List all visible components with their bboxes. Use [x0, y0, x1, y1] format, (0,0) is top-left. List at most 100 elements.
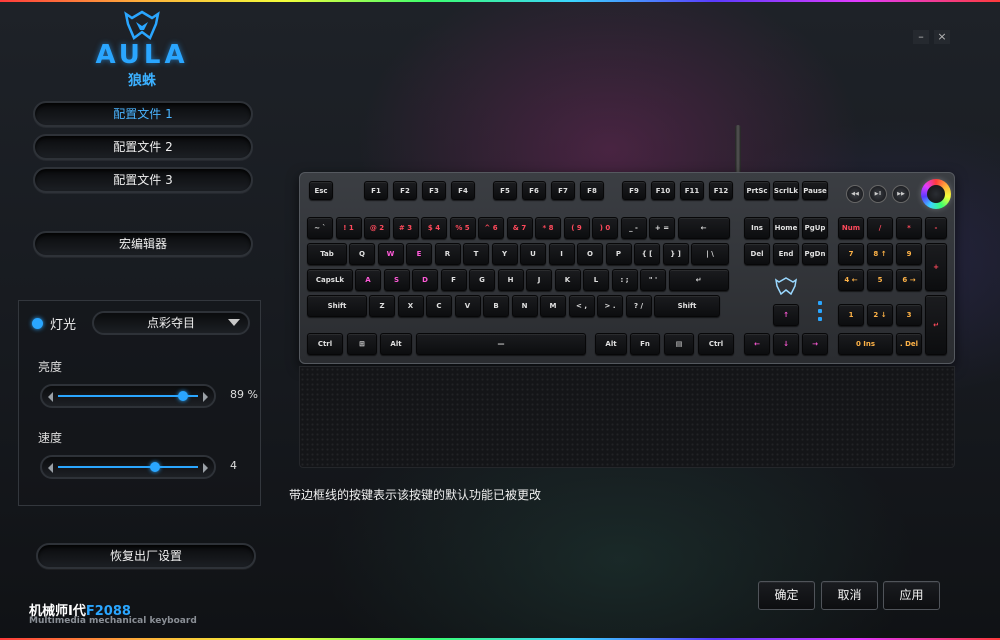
- key-function_row-14[interactable]: ScrlLk: [773, 181, 799, 200]
- key-number_row-6[interactable]: ^ 6: [478, 217, 504, 239]
- key-shift_row-1[interactable]: Z: [369, 295, 395, 317]
- key-number_row-1[interactable]: ! 1: [335, 217, 362, 239]
- key-home_row-2[interactable]: S: [383, 269, 410, 291]
- key-home_row-1[interactable]: A: [355, 269, 381, 291]
- key-function_row-7[interactable]: F7: [551, 181, 575, 200]
- arrow-right-icon[interactable]: [203, 463, 208, 473]
- key-function_row-4[interactable]: F4: [451, 181, 475, 200]
- key-shift_row-6[interactable]: N: [511, 295, 538, 317]
- key-home_row-4[interactable]: F: [440, 269, 467, 291]
- key-numpad-7[interactable]: +: [925, 243, 947, 291]
- key-shift_row-7[interactable]: M: [540, 295, 566, 317]
- media-button-2[interactable]: ▶▶: [892, 185, 910, 203]
- key-home_row-11[interactable]: " ': [640, 269, 666, 291]
- key-qwerty_row-1[interactable]: Q: [349, 243, 375, 265]
- key-bottom_row-4[interactable]: Alt: [595, 333, 627, 355]
- key-number_row-13[interactable]: ←: [677, 217, 730, 239]
- brightness-slider[interactable]: [40, 384, 216, 408]
- key-arrows-1[interactable]: ←: [744, 333, 770, 355]
- key-bottom_row-5[interactable]: Fn: [630, 333, 660, 355]
- key-bottom_row-2[interactable]: Alt: [380, 333, 412, 355]
- key-shift_row-3[interactable]: C: [426, 295, 452, 317]
- close-button[interactable]: ×: [934, 30, 950, 44]
- minimize-button[interactable]: –: [913, 30, 929, 44]
- apply-button[interactable]: 应用: [883, 581, 940, 610]
- key-numpad-10[interactable]: 6 →: [896, 269, 922, 291]
- slider-knob[interactable]: [177, 391, 188, 401]
- key-numpad-4[interactable]: 7: [838, 243, 864, 265]
- key-function_row-13[interactable]: PrtSc: [744, 181, 770, 200]
- key-nav_top-2[interactable]: PgUp: [802, 217, 828, 239]
- key-bottom_row-0[interactable]: Ctrl: [307, 333, 343, 355]
- key-home_row-12[interactable]: ↵: [668, 269, 729, 291]
- key-numpad-0[interactable]: Num: [838, 217, 864, 239]
- cancel-button[interactable]: 取消: [821, 581, 878, 610]
- key-home_row-3[interactable]: D: [412, 269, 438, 291]
- key-number_row-8[interactable]: * 8: [535, 217, 561, 239]
- key-qwerty_row-4[interactable]: R: [434, 243, 461, 265]
- key-numpad-3[interactable]: -: [925, 217, 947, 239]
- key-nav_top-0[interactable]: Ins: [744, 217, 770, 239]
- key-home_row-7[interactable]: J: [526, 269, 552, 291]
- key-shift_row-9[interactable]: > .: [597, 295, 623, 317]
- profile-2-button[interactable]: 配置文件 2: [33, 134, 253, 160]
- key-numpad-11[interactable]: 1: [838, 304, 864, 326]
- ok-button[interactable]: 确定: [758, 581, 815, 610]
- key-numpad-16[interactable]: . Del: [896, 333, 922, 355]
- key-function_row-15[interactable]: Pause: [802, 181, 828, 200]
- key-qwerty_row-8[interactable]: I: [548, 243, 575, 265]
- key-qwerty_row-2[interactable]: W: [377, 243, 404, 265]
- key-numpad-6[interactable]: 9: [896, 243, 922, 265]
- key-numpad-8[interactable]: 4 ←: [838, 269, 864, 291]
- slider-knob[interactable]: [149, 462, 160, 472]
- key-home_row-10[interactable]: : ;: [611, 269, 638, 291]
- key-qwerty_row-12[interactable]: } ]: [662, 243, 689, 265]
- key-bottom_row-1[interactable]: ⊞: [347, 333, 377, 355]
- profile-1-button[interactable]: 配置文件 1: [33, 101, 253, 127]
- key-qwerty_row-0[interactable]: Tab: [307, 243, 347, 265]
- key-qwerty_row-13[interactable]: | \: [691, 243, 729, 265]
- key-shift_row-2[interactable]: X: [397, 295, 424, 317]
- key-numpad-14[interactable]: ↵: [925, 295, 947, 355]
- key-numpad-5[interactable]: 8 ↑: [867, 243, 893, 265]
- media-button-1[interactable]: ▶II: [869, 185, 887, 203]
- key-arrows-2[interactable]: ↓: [773, 333, 799, 355]
- key-nav_top-5[interactable]: PgDn: [802, 243, 828, 265]
- arrow-right-icon[interactable]: [203, 392, 208, 402]
- key-nav_top-1[interactable]: Home: [773, 217, 799, 239]
- key-nav_top-3[interactable]: Del: [744, 243, 770, 265]
- lighting-mode-select[interactable]: 点彩夺目: [92, 311, 250, 335]
- macro-editor-button[interactable]: 宏编辑器: [33, 231, 253, 257]
- key-number_row-12[interactable]: + =: [649, 217, 675, 239]
- key-function_row-2[interactable]: F2: [393, 181, 417, 200]
- key-number_row-5[interactable]: % 5: [449, 217, 476, 239]
- key-qwerty_row-7[interactable]: U: [520, 243, 546, 265]
- key-home_row-9[interactable]: L: [583, 269, 609, 291]
- arrow-left-icon[interactable]: [48, 392, 53, 402]
- key-function_row-6[interactable]: F6: [522, 181, 546, 200]
- key-function_row-9[interactable]: F9: [622, 181, 646, 200]
- key-function_row-1[interactable]: F1: [364, 181, 388, 200]
- key-arrows-0[interactable]: ↑: [773, 304, 799, 326]
- key-nav_top-4[interactable]: End: [773, 243, 799, 265]
- key-number_row-11[interactable]: _ -: [620, 217, 647, 239]
- key-qwerty_row-11[interactable]: { [: [634, 243, 660, 265]
- key-home_row-6[interactable]: H: [497, 269, 524, 291]
- key-number_row-10[interactable]: ) 0: [592, 217, 618, 239]
- key-shift_row-8[interactable]: < ,: [568, 295, 595, 317]
- key-numpad-13[interactable]: 3: [896, 304, 922, 326]
- key-qwerty_row-3[interactable]: E: [406, 243, 432, 265]
- key-number_row-4[interactable]: $ 4: [421, 217, 447, 239]
- key-shift_row-4[interactable]: V: [454, 295, 481, 317]
- media-button-0[interactable]: ◀◀: [846, 185, 864, 203]
- arrow-left-icon[interactable]: [48, 463, 53, 473]
- key-home_row-5[interactable]: G: [469, 269, 495, 291]
- key-shift_row-0[interactable]: Shift: [307, 295, 367, 317]
- key-home_row-8[interactable]: K: [554, 269, 581, 291]
- key-function_row-5[interactable]: F5: [493, 181, 517, 200]
- key-function_row-11[interactable]: F11: [680, 181, 704, 200]
- key-number_row-0[interactable]: ~ `: [307, 217, 333, 239]
- key-numpad-15[interactable]: 0 Ins: [838, 333, 893, 355]
- key-bottom_row-3[interactable]: —: [416, 333, 586, 355]
- key-qwerty_row-10[interactable]: P: [605, 243, 632, 265]
